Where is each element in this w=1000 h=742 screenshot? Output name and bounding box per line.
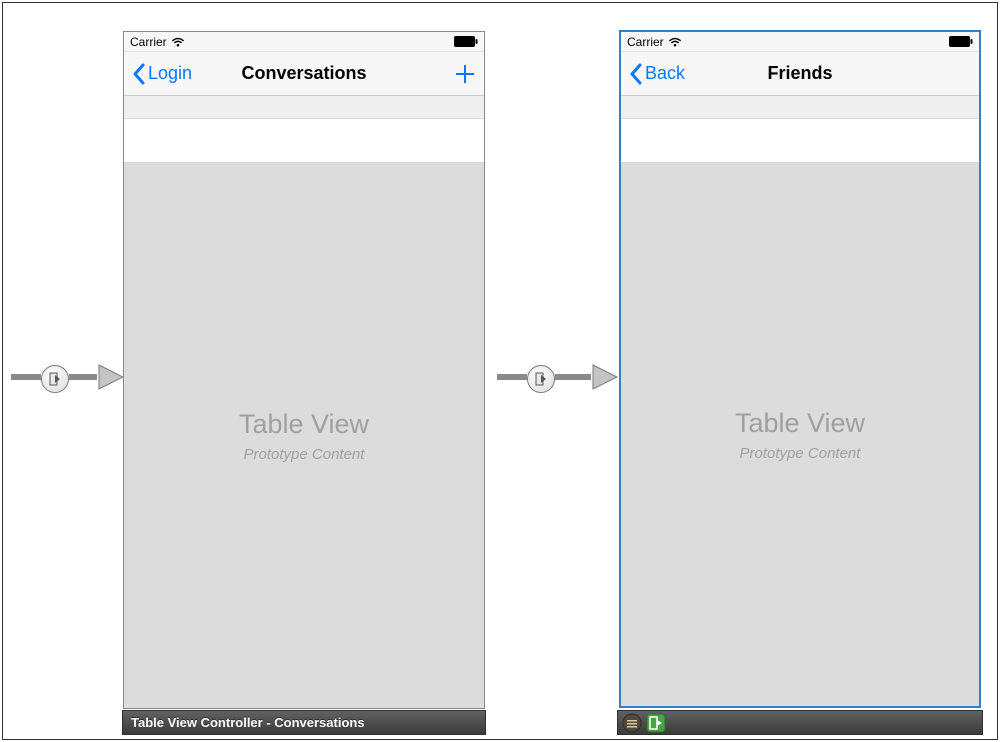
table-view-placeholder: Table View Prototype Content — [124, 163, 484, 708]
section-header — [621, 96, 979, 119]
scene-label: Table View Controller - Conversations — [131, 715, 365, 730]
segue-arrow-left[interactable] — [11, 355, 117, 403]
first-responder-icon[interactable] — [622, 713, 642, 733]
navigation-bar: Login Conversations — [124, 52, 484, 96]
nav-title: Friends — [621, 63, 979, 84]
storyboard-scene-conversations[interactable]: Carrier Login Conversations — [123, 31, 485, 709]
exit-icon[interactable] — [646, 713, 666, 733]
prototype-cell[interactable] — [124, 119, 484, 163]
scene-dock — [617, 710, 983, 735]
tableview-placeholder-title: Table View — [735, 408, 865, 439]
navigation-bar: Back Friends — [621, 52, 979, 96]
section-header — [124, 96, 484, 119]
battery-icon — [949, 36, 973, 47]
segue-icon — [527, 365, 555, 393]
wifi-icon — [171, 37, 185, 47]
scene-label-bar[interactable]: Table View Controller - Conversations — [122, 710, 486, 735]
status-bar: Carrier — [124, 32, 484, 52]
wifi-icon — [668, 37, 682, 47]
battery-icon — [454, 36, 478, 47]
segue-icon — [41, 365, 69, 393]
prototype-cell[interactable] — [621, 119, 979, 163]
status-bar: Carrier — [621, 32, 979, 52]
segue-arrow-right[interactable] — [497, 355, 603, 403]
tableview-placeholder-subtitle: Prototype Content — [244, 446, 365, 463]
tableview-placeholder-subtitle: Prototype Content — [740, 445, 861, 462]
nav-title: Conversations — [124, 63, 484, 84]
tableview-placeholder-title: Table View — [239, 409, 369, 440]
carrier-label: Carrier — [130, 35, 167, 49]
carrier-label: Carrier — [627, 35, 664, 49]
table-view-placeholder: Table View Prototype Content — [621, 163, 979, 706]
storyboard-scene-friends[interactable]: Carrier Back Friends Table View — [619, 30, 981, 708]
